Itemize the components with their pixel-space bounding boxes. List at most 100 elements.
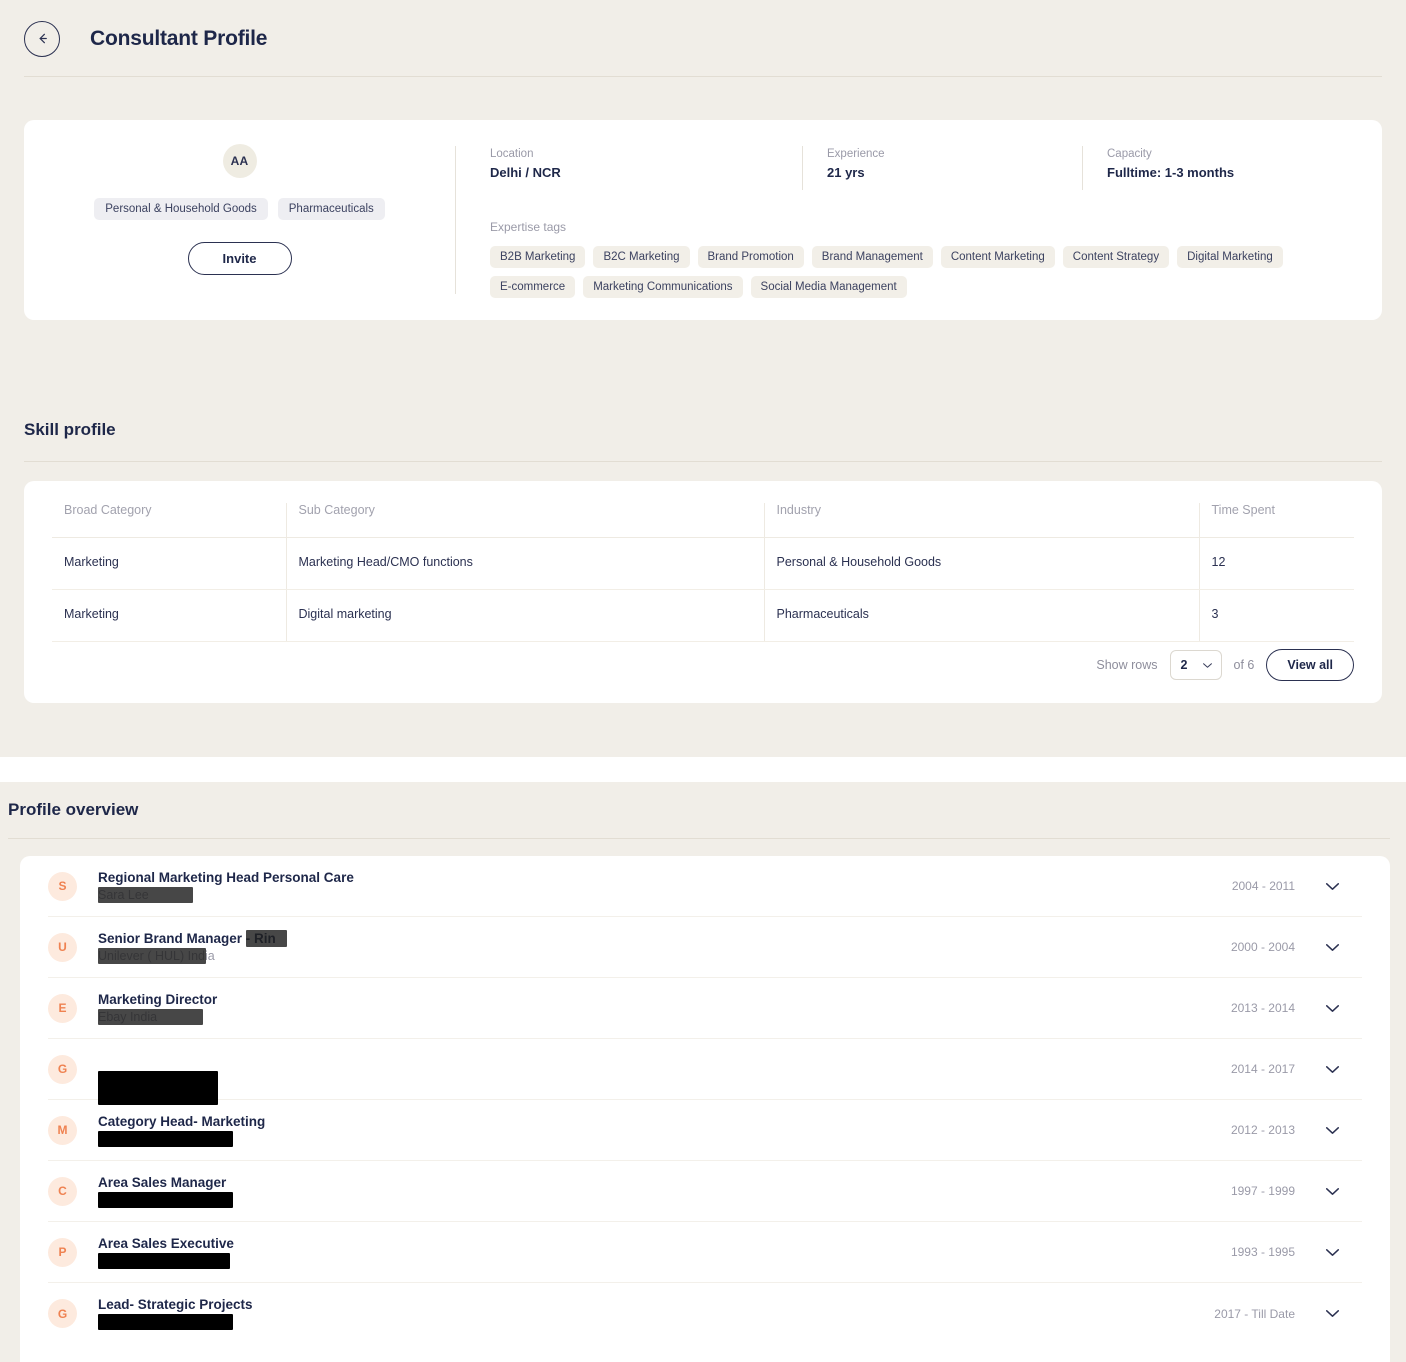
avatar: P [48, 1237, 77, 1267]
expertise-tag: Content Marketing [940, 246, 1055, 268]
experience-title: Category Head- Marketing [98, 1113, 266, 1129]
skill-profile-divider [24, 461, 1382, 462]
column-header-sub-category: Sub Category [286, 503, 765, 538]
redaction-overlay [98, 1314, 233, 1331]
chevron-down-icon[interactable] [1325, 1187, 1340, 1196]
experience-text: Marketing Director Ebay India [98, 990, 1231, 1026]
chevron-down-icon [1202, 658, 1213, 672]
profile-left-column: AA Personal & Household Goods Pharmaceut… [24, 120, 455, 320]
cell-broad-category: Marketing [52, 537, 287, 590]
meta-experience: Experience 21 yrs [802, 146, 1082, 190]
experience-text: Lead- Strategic Projects [98, 1295, 1214, 1331]
cell-broad-category: Marketing [52, 589, 287, 642]
experience-text: Senior Brand Manager - RinUnilever ( HUL… [98, 929, 1231, 965]
cell-sub-category: Marketing Head/CMO functions [286, 537, 765, 590]
experience-text: Area Sales Manager [98, 1173, 1231, 1209]
redaction-overlay [98, 1191, 233, 1208]
experience-text: Regional Marketing Head Personal Care Sar… [98, 868, 1232, 904]
back-button[interactable] [24, 20, 60, 57]
meta-location: Location Delhi / NCR [490, 148, 802, 180]
meta-label: Capacity [1107, 148, 1152, 160]
redaction-overlay [98, 1008, 203, 1025]
chevron-down-icon[interactable] [1325, 943, 1340, 952]
expertise-tag: B2B Marketing [490, 246, 586, 268]
redaction-overlay [98, 1130, 233, 1147]
expertise-tag: Social Media Management [750, 276, 907, 298]
column-header-time-spent: Time Spent [1199, 503, 1354, 538]
cell-time-spent: 12 [1199, 537, 1354, 590]
experience-dates: 2017 - Till Date [1214, 1306, 1295, 1321]
rows-per-page-select[interactable]: 2 [1169, 650, 1222, 680]
table-row: Marketing Digital marketing Pharmaceutic… [52, 589, 1354, 642]
show-rows-label: Show rows [1096, 658, 1158, 672]
invite-button[interactable]: Invite [187, 242, 292, 275]
profile-overview-card: S Regional Marketing Head Personal Care Sa… [20, 856, 1390, 1362]
industry-chip: Pharmaceuticals [277, 198, 385, 220]
meta-label: Location [490, 148, 534, 160]
avatar: U [48, 932, 77, 962]
expertise-tag: Content Strategy [1062, 246, 1170, 268]
experience-row[interactable]: U Senior Brand Manager - RinUnilever ( HU… [48, 917, 1362, 978]
redaction-overlay [246, 929, 287, 947]
meta-label: Experience [827, 148, 885, 160]
experience-text: Category Head- Marketing [98, 1112, 1231, 1148]
expertise-tag: Brand Promotion [697, 246, 804, 268]
experience-dates: 2014 - 2017 [1230, 1062, 1295, 1076]
chevron-down-icon[interactable] [1325, 1248, 1340, 1257]
experience-dates: 2000 - 2004 [1230, 940, 1295, 954]
experience-title: Marketing Director [98, 991, 218, 1007]
expertise-tag: B2C Marketing [593, 246, 690, 268]
cell-time-spent: 3 [1199, 589, 1354, 642]
avatar: E [48, 993, 77, 1023]
table-header-row: Broad Category Sub Category Industry Tim… [52, 503, 1354, 538]
chevron-down-icon[interactable] [1325, 1004, 1340, 1013]
experience-text [98, 1061, 1231, 1105]
column-header-industry: Industry [764, 503, 1200, 538]
chevron-down-icon[interactable] [1325, 882, 1340, 891]
expertise-tag: E-commerce [490, 276, 576, 298]
meta-value: Delhi / NCR [490, 165, 561, 180]
table-row: Marketing Marketing Head/CMO functions P… [52, 537, 1354, 590]
expertise-tag: Digital Marketing [1177, 246, 1283, 268]
experience-row[interactable]: G 2014 - 2017 [48, 1039, 1362, 1105]
redaction-overlay [98, 1252, 230, 1269]
experience-company: Ebay India [98, 1009, 1231, 1026]
avatar: AA [222, 144, 257, 178]
experience-dates: 2012 - 2013 [1230, 1123, 1295, 1137]
table-pagination: Show rows 2 of 6 View all [1096, 649, 1354, 681]
experience-row[interactable]: S Regional Marketing Head Personal Care Sa… [48, 856, 1362, 917]
section-gap [0, 757, 1406, 782]
profile-overview-divider [8, 838, 1390, 839]
experience-company [98, 1192, 1231, 1209]
avatar: G [48, 1299, 77, 1328]
industry-chip: Personal & Household Goods [94, 198, 268, 220]
chevron-down-icon[interactable] [1325, 1309, 1340, 1318]
experience-row[interactable]: P Area Sales Executive 1993 - 1995 [48, 1222, 1362, 1283]
avatar: C [48, 1176, 77, 1206]
avatar: G [48, 1054, 77, 1084]
chevron-down-icon[interactable] [1325, 1065, 1340, 1074]
column-header-broad-category: Broad Category [52, 503, 287, 538]
cell-industry: Personal & Household Goods [764, 537, 1200, 590]
view-all-button[interactable]: View all [1266, 649, 1354, 681]
industry-chip-list: Personal & Household Goods Pharmaceutica… [94, 198, 385, 220]
experience-row[interactable]: M Category Head- Marketing 2012 - 2013 [48, 1100, 1362, 1161]
meta-value: Fulltime: 1-3 months [1107, 165, 1235, 180]
experience-row[interactable]: C Area Sales Manager 1997 - 1999 [48, 1161, 1362, 1222]
experience-company: Sara Lee [98, 887, 1232, 904]
header-divider [24, 76, 1382, 77]
rows-per-page-value: 2 [1180, 658, 1188, 672]
experience-dates: 2013 - 2014 [1230, 1001, 1295, 1015]
chevron-down-icon[interactable] [1325, 1126, 1340, 1135]
experience-row[interactable]: E Marketing Director Ebay India2013 - 2014 [48, 978, 1362, 1039]
experience-dates: 1997 - 1999 [1230, 1184, 1295, 1198]
meta-capacity: Capacity Fulltime: 1-3 months [1082, 146, 1382, 190]
profile-meta-row: Location Delhi / NCR Experience 21 yrs C… [490, 146, 1382, 190]
experience-title: Regional Marketing Head Personal Care [98, 869, 354, 885]
total-rows-label: of 6 [1233, 658, 1255, 672]
page-header: Consultant Profile [0, 0, 1406, 77]
consultant-profile-page: Consultant Profile AA Personal & Househo… [0, 0, 1406, 1362]
experience-row[interactable]: G Lead- Strategic Projects 2017 - Till Da… [48, 1283, 1362, 1344]
skill-profile-card: Broad Category Sub Category Industry Tim… [24, 481, 1382, 703]
redaction-overlay [98, 886, 193, 903]
